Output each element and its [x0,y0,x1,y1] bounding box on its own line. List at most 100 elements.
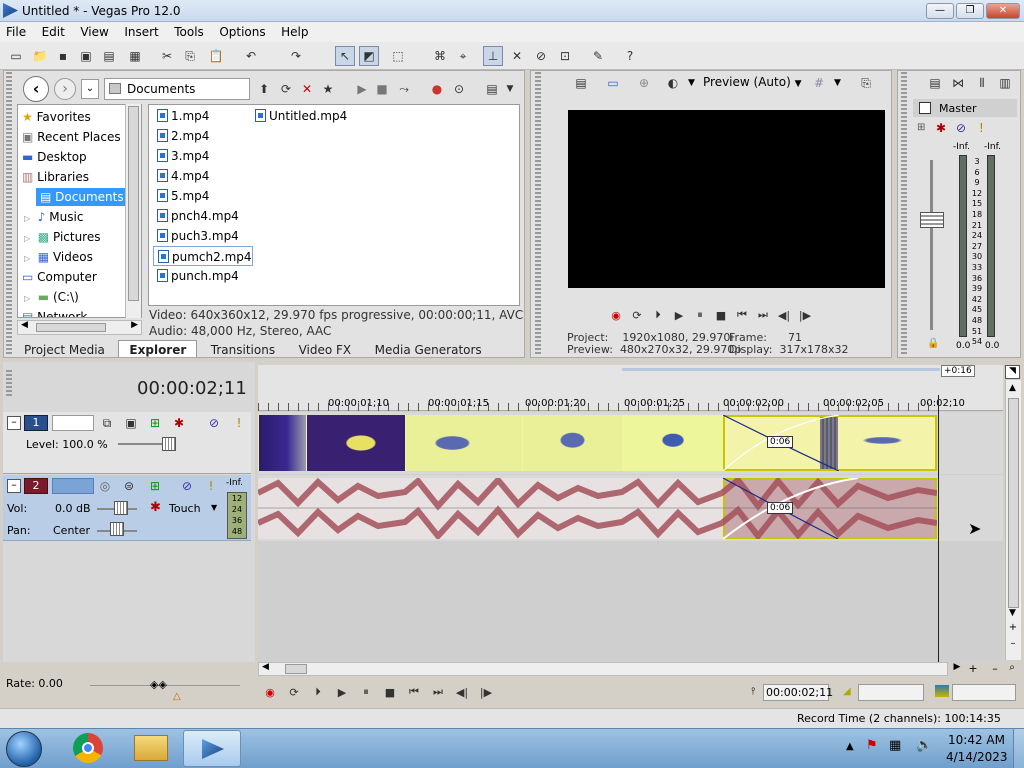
file-item-selected[interactable]: pumch2.mp4 [153,246,253,266]
selection-length-field[interactable] [952,684,1016,701]
master-mute-icon[interactable]: ⊘ [956,121,966,135]
file-item[interactable]: 2.mp4 [153,126,253,146]
delete-icon[interactable]: ✕ [297,79,317,99]
stop-preview-icon[interactable]: ■ [372,79,392,99]
lock-envelopes-icon[interactable]: ⌖ [453,46,473,66]
auto-preview-icon[interactable]: ⤳ [394,79,414,99]
mixer-properties-icon[interactable]: ▤ [925,73,945,93]
play-icon[interactable]: ▶ [333,683,351,701]
video-clip[interactable] [405,415,522,471]
next-frame-icon[interactable]: |▶ [477,683,495,701]
copy-snapshot-icon[interactable]: ⎘ [856,73,876,93]
tree-item-favorites[interactable]: ★ Favorites [18,107,141,127]
marker-region-icon[interactable]: ◥ [1005,365,1020,379]
composite-mode-icon[interactable]: ⧉ [97,413,117,433]
video-clip[interactable] [306,415,405,471]
get-media-icon[interactable]: ● [427,79,447,99]
menu-view[interactable]: View [74,22,114,39]
new-project-icon[interactable]: ▭ [6,46,26,66]
pause-icon[interactable]: ⏸ [357,683,375,701]
vegas-taskbar-button[interactable] [183,730,241,767]
video-clip[interactable] [522,415,622,471]
chrome-icon[interactable] [73,733,103,763]
mixer-more-icon[interactable]: ▥ [995,73,1015,93]
views-icon[interactable]: ▤ [482,79,502,99]
mute-track2-icon[interactable]: ⊘ [177,476,197,496]
menu-insert[interactable]: Insert [118,22,164,39]
stop-icon[interactable]: ■ [381,683,399,701]
selection-tool-icon[interactable]: ⬚ [388,46,408,66]
tree-item-videos[interactable]: ▷ ▦ Videos [18,247,141,267]
cut-icon[interactable]: ✂ [157,46,177,66]
history-dropdown-icon[interactable]: ⌄ [81,79,99,99]
views-dropdown-icon[interactable]: ▼ [500,79,520,99]
file-explorer-icon[interactable] [134,735,168,761]
automation-mode[interactable]: Touch [169,502,201,515]
audio-fx-icon[interactable]: ⊞ [145,476,165,496]
master-fx-icon[interactable]: ⊞ [917,122,925,133]
cursor-time-field[interactable]: 00:00:02;11 [763,684,833,701]
network-status-icon[interactable]: ▦ [889,738,901,753]
tree-item-network[interactable]: ▤ Network [18,307,141,317]
track2-collapse-icon[interactable]: – [7,479,21,493]
tab-transitions[interactable]: Transitions [201,341,285,357]
zoom-tool-icon[interactable]: ⌕ [1005,662,1019,676]
file-item[interactable]: Untitled.mp4 [255,106,347,126]
video-clip[interactable] [258,415,306,471]
track-collapse-icon[interactable]: – [7,416,21,430]
paste-icon[interactable]: 📋 [206,46,226,66]
track2-name-field[interactable] [52,478,94,494]
minimize-button[interactable]: — [926,3,954,19]
add-favorite-icon[interactable]: ★ [318,79,338,99]
loop-region-bar[interactable] [622,368,940,371]
go-to-end-icon[interactable]: ⏭ [429,683,447,701]
vol-slider-handle[interactable] [114,501,128,515]
split-screen-icon[interactable]: ◐ [663,73,683,93]
playhead-cursor[interactable] [938,395,939,662]
search-media-icon[interactable]: ⊙ [449,79,469,99]
split-dropdown-icon[interactable]: ▼ [688,78,695,88]
zoom-out-vertical-icon[interactable]: – [1006,638,1020,652]
invert-phase-icon[interactable]: ⊜ [119,476,139,496]
video-fx-icon[interactable]: ⊕ [634,73,654,93]
sweep-icon[interactable]: ✎ [588,46,608,66]
timeline-vertical-scrollbar[interactable]: ▲ ▼ [1005,380,1021,660]
downmix-icon[interactable]: ⋈ [948,73,968,93]
tab-media-generators[interactable]: Media Generators [365,341,492,357]
maximize-button[interactable]: ❐ [956,3,984,19]
master-grip[interactable] [901,72,907,356]
zoom-in-icon[interactable]: + [966,662,980,676]
play-icon[interactable]: ▶ [670,306,688,324]
master-lock-icon[interactable]: 🔒 [927,338,939,349]
video-clip[interactable] [622,415,723,471]
menu-file[interactable]: File [0,22,32,39]
auto-ripple-icon[interactable]: ⌘ [430,46,450,66]
loop-icon[interactable]: ⟳ [628,306,646,324]
render-icon[interactable]: ▤ [99,46,119,66]
scroll-right-icon[interactable]: ▶ [950,662,964,676]
tab-video-fx[interactable]: Video FX [289,341,362,357]
file-item[interactable]: punch.mp4 [153,266,253,286]
automation-dropdown-icon[interactable]: ▼ [211,503,217,512]
solo-track1-icon[interactable]: ! [229,413,249,433]
track-motion-icon[interactable]: ▣ [121,413,141,433]
track-fx-icon[interactable]: ⊞ [145,413,165,433]
tree-item-recent[interactable]: ▣ Recent Places [18,127,141,147]
previous-frame-icon[interactable]: ◀| [453,683,471,701]
enable-trimmer-icon[interactable]: ⊡ [555,46,575,66]
go-to-end-icon[interactable]: ⏭ [754,306,772,324]
menu-options[interactable]: Options [213,22,271,39]
auto-crossfade-icon[interactable]: ✕ [507,46,527,66]
refresh-icon[interactable]: ⟳ [276,79,296,99]
record-icon[interactable]: ◉ [607,306,625,324]
track-name-field[interactable] [52,415,94,431]
tree-horizontal-scrollbar[interactable]: ◀ ▶ [17,320,142,335]
tree-item-desktop[interactable]: ▬ Desktop [18,147,141,167]
envelope-tool-icon[interactable]: ◩ [359,46,379,66]
menu-help[interactable]: Help [275,22,314,39]
copy-icon[interactable]: ⎘ [180,46,200,66]
back-button[interactable]: ‹ [23,76,49,102]
open-folder-icon[interactable]: 📁 [30,46,50,66]
go-to-start-icon[interactable]: ⏮ [405,683,423,701]
preview-quality-select[interactable]: Preview (Auto) ▼ [703,75,802,89]
